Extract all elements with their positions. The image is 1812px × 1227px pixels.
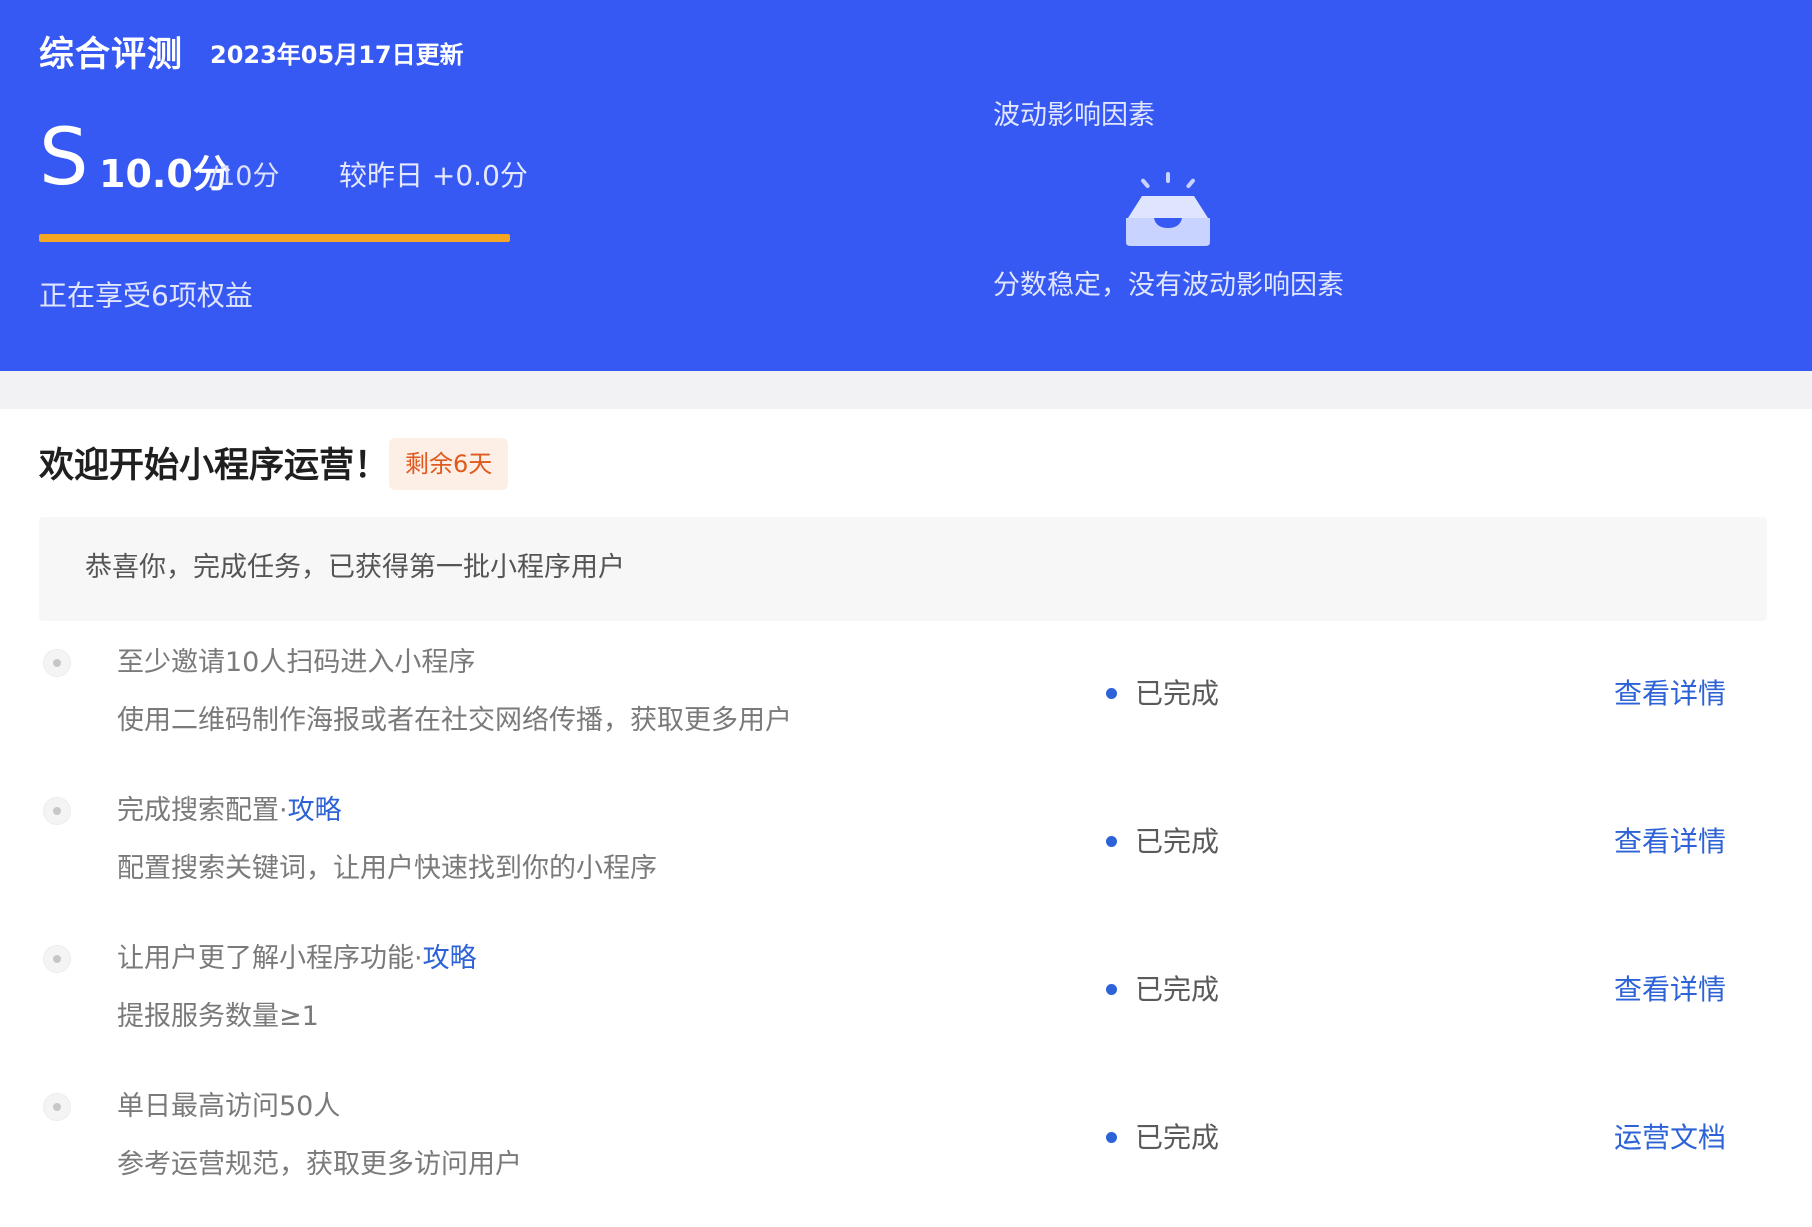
task-status: 已完成 <box>1106 823 1219 861</box>
status-dot-icon <box>1106 1131 1117 1143</box>
score-max: /10分 <box>209 161 280 192</box>
task-list: 至少邀请10人扫码进入小程序 使用二维码制作海报或者在社交网络传播，获取更多用户… <box>0 635 1812 1227</box>
task-radio-icon <box>43 797 71 825</box>
score-compare: 较昨日 +0.0分 <box>339 159 528 192</box>
view-details-link[interactable]: 查看详情 <box>1614 971 1726 1009</box>
task-title-text: 至少邀请10人扫码进入小程序 <box>117 647 476 678</box>
remaining-days-badge: 剩余6天 <box>389 438 509 490</box>
task-row: 完成搜索配置·攻略 配置搜索关键词，让用户快速找到你的小程序 已完成 查看详情 <box>0 783 1812 931</box>
task-status: 已完成 <box>1106 675 1219 713</box>
task-status: 已完成 <box>1106 971 1219 1009</box>
task-status-text: 已完成 <box>1135 973 1220 1006</box>
task-title-text: 完成搜索配置· <box>117 795 288 826</box>
task-radio-icon <box>43 945 71 973</box>
page-title: 综合评测 <box>39 35 184 75</box>
task-title-text: 单日最高访问50人 <box>117 1091 341 1122</box>
task-description: 参考运营规范，获取更多访问用户 <box>117 1149 522 1180</box>
task-title: 完成搜索配置·攻略 <box>117 793 342 829</box>
task-status-text: 已完成 <box>1135 677 1220 710</box>
section-divider <box>0 371 1812 409</box>
status-dot-icon <box>1106 687 1117 699</box>
task-description: 使用二维码制作海报或者在社交网络传播，获取更多用户 <box>117 705 792 736</box>
updated-date: 2023年05月17日更新 <box>210 41 464 69</box>
factor-empty-text: 分数稳定，没有波动影响因素 <box>993 270 1344 301</box>
task-row: 至少邀请10人扫码进入小程序 使用二维码制作海报或者在社交网络传播，获取更多用户… <box>0 635 1812 783</box>
task-title: 让用户更了解小程序功能·攻略 <box>117 941 477 977</box>
task-title-text: 让用户更了解小程序功能· <box>117 943 423 974</box>
status-dot-icon <box>1106 835 1117 847</box>
guide-link[interactable]: 攻略 <box>288 795 342 826</box>
task-description: 配置搜索关键词，让用户快速找到你的小程序 <box>117 853 657 884</box>
guide-link[interactable]: 攻略 <box>423 943 477 974</box>
benefits-text: 正在享受6项权益 <box>39 279 253 312</box>
task-title: 单日最高访问50人 <box>117 1089 340 1125</box>
onboarding-task-section: 欢迎开始小程序运营！ 剩余6天 恭喜你，完成任务，已获得第一批小程序用户 至少邀… <box>0 409 1812 1190</box>
score-header-card: 综合评测 2023年05月17日更新 S 10.0分 /10分 较昨日 +0.0… <box>0 0 1812 371</box>
task-status-text: 已完成 <box>1135 825 1220 858</box>
task-radio-icon <box>43 649 71 677</box>
task-status: 已完成 <box>1106 1119 1219 1157</box>
operations-doc-link[interactable]: 运营文档 <box>1614 1119 1726 1157</box>
view-details-link[interactable]: 查看详情 <box>1614 823 1726 861</box>
congrats-banner: 恭喜你，完成任务，已获得第一批小程序用户 <box>39 517 1767 621</box>
score-progress-fill <box>39 234 510 242</box>
status-dot-icon <box>1106 983 1117 995</box>
view-details-link[interactable]: 查看详情 <box>1614 675 1726 713</box>
factor-title: 波动影响因素 <box>993 100 1155 131</box>
task-radio-icon <box>43 1093 71 1121</box>
task-status-text: 已完成 <box>1135 1121 1220 1154</box>
empty-inbox-icon <box>1124 170 1212 248</box>
task-description: 提报服务数量≥1 <box>117 1001 319 1032</box>
section-title: 欢迎开始小程序运营！ <box>39 446 390 486</box>
score-grade: S <box>39 113 89 203</box>
task-title: 至少邀请10人扫码进入小程序 <box>117 645 475 681</box>
score-progress-bar <box>39 234 510 242</box>
task-row: 单日最高访问50人 参考运营规范，获取更多访问用户 已完成 运营文档 <box>0 1079 1812 1227</box>
congrats-text: 恭喜你，完成任务，已获得第一批小程序用户 <box>85 552 625 583</box>
task-row: 让用户更了解小程序功能·攻略 提报服务数量≥1 已完成 查看详情 <box>0 931 1812 1079</box>
